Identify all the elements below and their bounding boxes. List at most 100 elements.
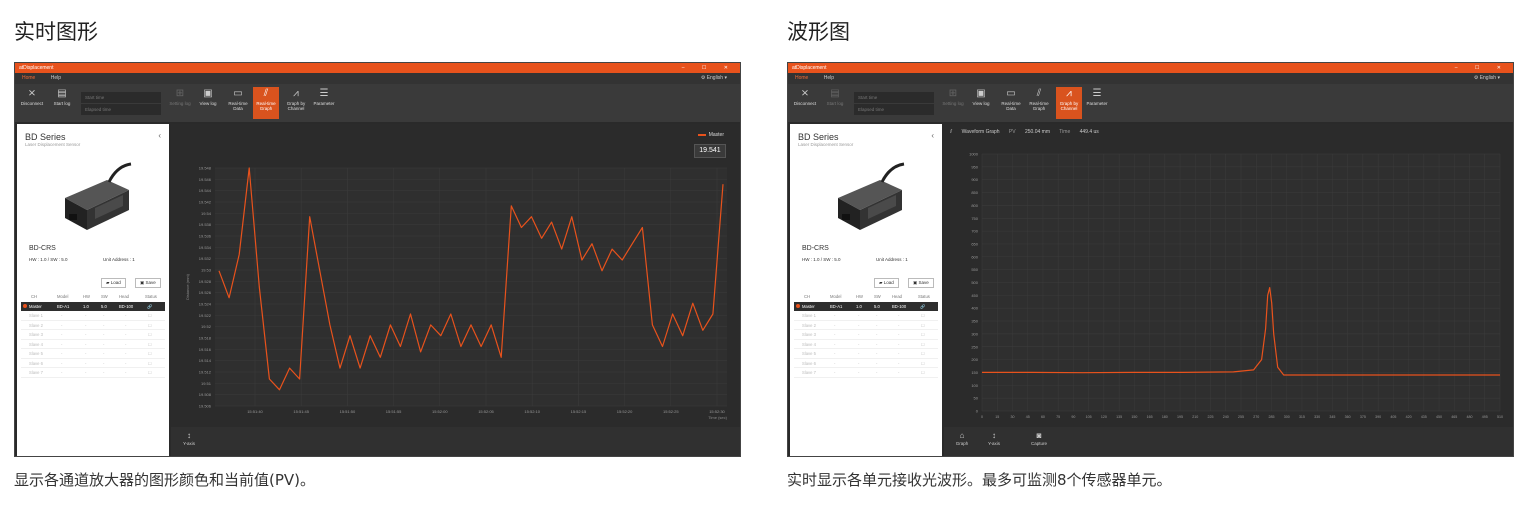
realtime-data-button[interactable]: ▭ Real-time Data bbox=[225, 87, 251, 119]
load-button[interactable]: ▰ Load bbox=[101, 278, 126, 288]
status-checkbox-icon[interactable]: ☐ bbox=[921, 321, 925, 330]
table-row-slave[interactable]: Slave 5 - - - - ☐ bbox=[794, 349, 938, 359]
x-tick-label: 360 bbox=[1345, 415, 1351, 419]
setting-log-button[interactable]: ⊞ Setting log bbox=[940, 87, 966, 119]
status-checkbox-icon[interactable]: ☐ bbox=[148, 330, 152, 339]
graph-by-channel-button[interactable]: ⩘ Graph by Channel bbox=[283, 87, 309, 119]
realtime-heading: 实时图形 bbox=[14, 20, 98, 44]
window-controls[interactable]: – ☐ ✕ bbox=[682, 63, 736, 73]
slave-cell: - bbox=[858, 370, 860, 375]
slave-label: Slave 4 bbox=[29, 341, 43, 347]
save-label: Save bbox=[145, 280, 156, 285]
table-row-slave[interactable]: Slave 2 - - - - ☐ bbox=[21, 321, 165, 330]
slave-label: Slave 7 bbox=[29, 370, 43, 375]
menu-help[interactable]: Help bbox=[817, 73, 841, 84]
table-row-slave[interactable]: Slave 2 - - - - ☐ bbox=[794, 321, 938, 330]
col-head: Head bbox=[892, 294, 903, 299]
x-tick-label: 30 bbox=[1010, 415, 1014, 419]
table-row-slave[interactable]: Slave 3 - - - - ☐ bbox=[21, 330, 165, 340]
toolbar: ⨯ Disconnect ▤ Start log Start time Elapse… bbox=[788, 84, 1513, 122]
view-log-button[interactable]: ▣ View log bbox=[195, 87, 221, 119]
graph-button[interactable]: ⌂ Graph bbox=[952, 431, 972, 446]
graph-by-channel-button[interactable]: ⩘ Graph by Channel bbox=[1056, 87, 1082, 119]
col-sw: SW bbox=[874, 294, 881, 299]
status-checkbox-icon[interactable]: ☐ bbox=[148, 368, 152, 377]
y-axis-label: Y-axis bbox=[182, 441, 196, 446]
language-select[interactable]: ⚙ English ▾ bbox=[694, 73, 734, 84]
table-row-slave[interactable]: Slave 3 - - - - ☐ bbox=[794, 330, 938, 340]
menu-help[interactable]: Help bbox=[44, 73, 68, 84]
table-row-slave[interactable]: Slave 7 - - - - ☐ bbox=[21, 368, 165, 378]
setting-log-label: Setting log bbox=[169, 101, 191, 106]
table-row-slave[interactable]: Slave 5 - - - - ☐ bbox=[21, 349, 165, 359]
parameter-button[interactable]: ☰ Parameter bbox=[1084, 87, 1110, 119]
setting-log-button[interactable]: ⊞ Setting log bbox=[167, 87, 193, 119]
parameter-button[interactable]: ☰ Parameter bbox=[311, 87, 337, 119]
slave-cell: - bbox=[834, 360, 836, 366]
view-log-button[interactable]: ▣ View log bbox=[968, 87, 994, 119]
y-tick-label: 19.542 bbox=[199, 200, 212, 205]
x-tick-label: 15:52:30 bbox=[709, 409, 725, 414]
menu-home[interactable]: Home bbox=[15, 73, 42, 84]
status-checkbox-icon[interactable]: ☐ bbox=[921, 359, 925, 368]
y-tick-label: 550 bbox=[971, 267, 978, 272]
slave-label: Slave 4 bbox=[802, 341, 816, 347]
y-axis-button[interactable]: ↕ Y-axis bbox=[179, 431, 199, 446]
realtime-data-button[interactable]: ▭ Real-time Data bbox=[998, 87, 1024, 119]
table-row-slave[interactable]: Slave 6 - - - - ☐ bbox=[21, 359, 165, 368]
status-checkbox-icon[interactable]: ☐ bbox=[148, 359, 152, 368]
y-tick-label: 19.548 bbox=[199, 166, 212, 171]
capture-button[interactable]: ◙ Capture bbox=[1024, 431, 1054, 446]
collapse-icon[interactable]: ‹ bbox=[931, 131, 934, 140]
status-checkbox-icon[interactable]: ☐ bbox=[921, 368, 925, 377]
x-tick-label: 15 bbox=[995, 415, 999, 419]
status-checkbox-icon[interactable]: ☐ bbox=[921, 340, 925, 349]
slave-label: Slave 3 bbox=[802, 332, 816, 337]
master-label: Master bbox=[802, 303, 815, 309]
save-button[interactable]: ▣ Save bbox=[135, 278, 161, 288]
slave-cell: - bbox=[103, 370, 105, 375]
load-button[interactable]: ▰ Load bbox=[874, 278, 899, 288]
table-row-slave[interactable]: Slave 1 - - - - ☐ bbox=[794, 311, 938, 321]
y-axis-button[interactable]: ↕ Y-axis bbox=[984, 431, 1004, 446]
status-checkbox-icon[interactable]: ☐ bbox=[148, 321, 152, 330]
table-row-master[interactable]: Master BD-A1 1.0 5.0 BD-100 🔗 bbox=[794, 301, 938, 311]
y-tick-label: 19.538 bbox=[199, 222, 212, 227]
slave-label: Slave 6 bbox=[802, 360, 816, 366]
menu-bar: Home Help ⚙ English ▾ bbox=[15, 73, 740, 84]
slave-cell: - bbox=[125, 322, 127, 328]
status-checkbox-icon[interactable]: ☐ bbox=[921, 349, 925, 358]
start-log-label: Start log bbox=[53, 101, 71, 106]
table-row-master[interactable]: Master BD-A1 1.0 5.0 BD-100 🔗 bbox=[21, 301, 165, 311]
save-button[interactable]: ▣ Save bbox=[908, 278, 934, 288]
realtime-data-label: Real-time Data bbox=[228, 101, 248, 111]
start-log-button[interactable]: ▤ Start log bbox=[49, 87, 75, 119]
table-row-slave[interactable]: Slave 4 - - - - ☐ bbox=[21, 340, 165, 349]
table-row-slave[interactable]: Slave 4 - - - - ☐ bbox=[794, 340, 938, 349]
y-tick-label: 50 bbox=[974, 396, 979, 401]
disconnect-button[interactable]: ⨯ Disconnect bbox=[19, 87, 45, 119]
table-row-slave[interactable]: Slave 1 - - - - ☐ bbox=[21, 311, 165, 321]
realtime-graph: Master 19.541 19.548 19.546 19.544 19.542 19… bbox=[171, 124, 740, 456]
status-checkbox-icon[interactable]: ☐ bbox=[148, 340, 152, 349]
realtime-graph-button[interactable]: ⫽ Real-time Graph bbox=[253, 87, 279, 119]
table-row-slave[interactable]: Slave 6 - - - - ☐ bbox=[794, 359, 938, 368]
status-checkbox-icon[interactable]: ☐ bbox=[148, 349, 152, 358]
table-row-slave[interactable]: Slave 7 - - - - ☐ bbox=[794, 368, 938, 378]
status-checkbox-icon[interactable]: ☐ bbox=[148, 311, 152, 320]
realtime-graph-button[interactable]: ⫽ Real-time Graph bbox=[1026, 87, 1052, 119]
start-log-button[interactable]: ▤ Start log bbox=[822, 87, 848, 119]
status-checkbox-icon[interactable]: ☐ bbox=[921, 330, 925, 339]
realtime-chart-svg: 19.548 19.546 19.544 19.542 19.54 19.538 19.53… bbox=[185, 166, 728, 421]
col-model: Model bbox=[830, 294, 842, 299]
disconnect-button[interactable]: ⨯ Disconnect bbox=[792, 87, 818, 119]
window-controls[interactable]: – ☐ ✕ bbox=[1455, 63, 1509, 73]
slave-cell: - bbox=[898, 313, 900, 318]
menu-home[interactable]: Home bbox=[788, 73, 815, 84]
realtime-graph-label: Real-time Graph bbox=[1029, 101, 1049, 111]
model-name: BD-CRS bbox=[802, 245, 829, 252]
status-checkbox-icon[interactable]: ☐ bbox=[921, 311, 925, 320]
start-time-field: Start time bbox=[854, 92, 934, 103]
language-select[interactable]: ⚙ English ▾ bbox=[1467, 73, 1507, 84]
collapse-icon[interactable]: ‹ bbox=[158, 131, 161, 140]
